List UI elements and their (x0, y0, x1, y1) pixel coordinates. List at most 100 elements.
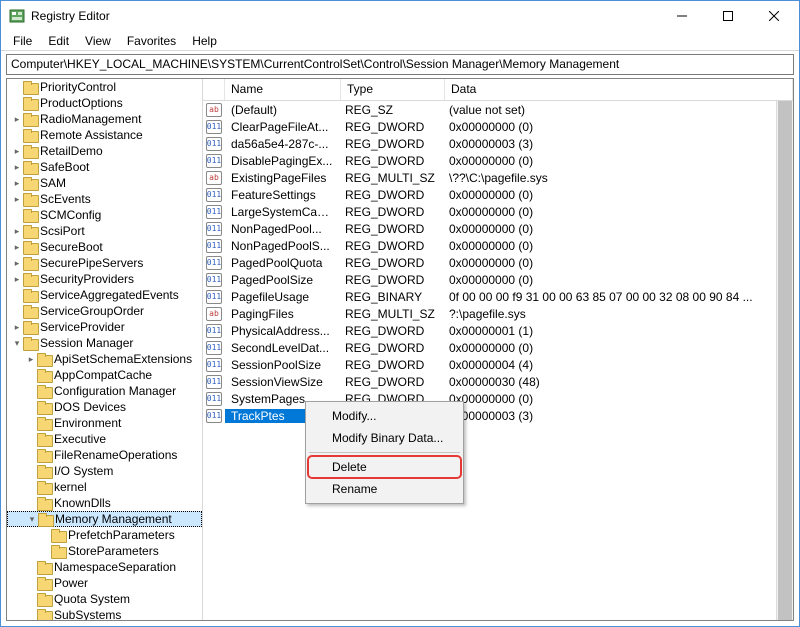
list-row[interactable]: 011PagefileUsageREG_BINARY0f 00 00 00 f9… (203, 288, 793, 305)
value-data: 0x00000003 (3) (443, 409, 793, 423)
list-row[interactable]: ab(Default)REG_SZ(value not set) (203, 101, 793, 118)
col-data[interactable]: Data (445, 79, 793, 100)
tree-item[interactable]: Quota System (7, 591, 202, 607)
list-row[interactable]: 011FeatureSettingsREG_DWORD0x00000000 (0… (203, 186, 793, 203)
expander-icon[interactable]: ▸ (11, 162, 23, 173)
tree-item-label: ServiceAggregatedEvents (40, 288, 179, 302)
menu-help[interactable]: Help (184, 32, 225, 50)
tree-item[interactable]: ServiceGroupOrder (7, 303, 202, 319)
tree-item-label: KnownDlls (54, 496, 111, 510)
tree-item[interactable]: ▾Session Manager (7, 335, 202, 351)
folder-icon (37, 609, 51, 620)
tree-item-label: SecurityProviders (40, 272, 134, 286)
value-name: PagedPoolSize (225, 273, 339, 287)
close-button[interactable] (751, 1, 797, 31)
tree-item[interactable]: AppCompatCache (7, 367, 202, 383)
context-delete[interactable]: Delete (308, 456, 461, 478)
expander-icon[interactable]: ▸ (11, 322, 23, 333)
expander-icon[interactable]: ▸ (11, 178, 23, 189)
tree-item[interactable]: FileRenameOperations (7, 447, 202, 463)
expander-icon[interactable]: ▾ (26, 514, 38, 525)
tree-item[interactable]: SCMConfig (7, 207, 202, 223)
address-bar[interactable]: Computer\HKEY_LOCAL_MACHINE\SYSTEM\Curre… (6, 54, 794, 75)
list-row[interactable]: 011SessionPoolSizeREG_DWORD0x00000004 (4… (203, 356, 793, 373)
list-row[interactable]: 011PagedPoolSizeREG_DWORD0x00000000 (0) (203, 271, 793, 288)
menu-file[interactable]: File (5, 32, 40, 50)
tree-item[interactable]: ▸RetailDemo (7, 143, 202, 159)
tree-item[interactable]: DOS Devices (7, 399, 202, 415)
folder-icon (23, 161, 37, 173)
tree-item[interactable]: ▾Memory Management (7, 511, 202, 527)
tree-item[interactable]: Executive (7, 431, 202, 447)
tree-item[interactable]: ▸ServiceProvider (7, 319, 202, 335)
list-row[interactable]: 011PhysicalAddress...REG_DWORD0x00000001… (203, 322, 793, 339)
minimize-button[interactable] (659, 1, 705, 31)
list-row[interactable]: 011DisablePagingEx...REG_DWORD0x00000000… (203, 152, 793, 169)
tree-item[interactable]: KnownDlls (7, 495, 202, 511)
tree-item[interactable]: PrefetchParameters (7, 527, 202, 543)
tree-item[interactable]: Power (7, 575, 202, 591)
list-row[interactable]: 011SystemPagesREG_DWORD0x00000000 (0) (203, 390, 793, 407)
tree-item[interactable]: ▸ScsiPort (7, 223, 202, 239)
expander-icon[interactable]: ▸ (11, 146, 23, 157)
expander-icon[interactable]: ▸ (11, 114, 23, 125)
list-row[interactable]: 011ClearPageFileAt...REG_DWORD0x00000000… (203, 118, 793, 135)
tree-item[interactable]: PriorityControl (7, 79, 202, 95)
folder-icon (23, 177, 37, 189)
maximize-button[interactable] (705, 1, 751, 31)
tree-item[interactable]: kernel (7, 479, 202, 495)
tree-item[interactable]: ▸RadioManagement (7, 111, 202, 127)
menu-view[interactable]: View (77, 32, 119, 50)
tree-item[interactable]: StoreParameters (7, 543, 202, 559)
tree-item[interactable]: Configuration Manager (7, 383, 202, 399)
list-row[interactable]: 011da56a5e4-287c-...REG_DWORD0x00000003 … (203, 135, 793, 152)
expander-icon[interactable]: ▸ (11, 194, 23, 205)
list-row[interactable]: 011LargeSystemCac...REG_DWORD0x00000000 … (203, 203, 793, 220)
expander-icon[interactable]: ▸ (11, 242, 23, 253)
menu-edit[interactable]: Edit (40, 32, 77, 50)
menu-favorites[interactable]: Favorites (119, 32, 184, 50)
tree-view[interactable]: PriorityControlProductOptions▸RadioManag… (7, 79, 203, 620)
value-data: 0f 00 00 00 f9 31 00 00 63 85 07 00 00 3… (443, 290, 793, 304)
list-row[interactable]: 011SecondLevelDat...REG_DWORD0x00000000 … (203, 339, 793, 356)
tree-item[interactable]: ▸ SecurityProviders (7, 271, 202, 287)
tree-item[interactable]: ServiceAggregatedEvents (7, 287, 202, 303)
expander-icon[interactable]: ▸ (25, 354, 37, 365)
tree-item[interactable]: ▸ ScEvents (7, 191, 202, 207)
folder-icon (23, 321, 37, 333)
expander-icon[interactable]: ▸ (11, 226, 23, 237)
list-header[interactable]: Name Type Data (203, 79, 793, 101)
tree-item-label: ScEvents (40, 192, 91, 206)
tree-item[interactable]: ▸ApiSetSchemaExtensions (7, 351, 202, 367)
tree-item[interactable]: ▸SecureBoot (7, 239, 202, 255)
folder-icon (23, 113, 37, 125)
list-row[interactable]: 011SessionViewSizeREG_DWORD0x00000030 (4… (203, 373, 793, 390)
tree-item[interactable]: ▸SafeBoot (7, 159, 202, 175)
context-modify[interactable]: Modify... (308, 405, 461, 427)
tree-item[interactable]: SubSystems (7, 607, 202, 620)
tree-item[interactable]: Remote Assistance (7, 127, 202, 143)
tree-item[interactable]: Environment (7, 415, 202, 431)
list-view[interactable]: Name Type Data ab(Default)REG_SZ(value n… (203, 79, 793, 620)
expander-icon[interactable]: ▸ (11, 274, 23, 285)
list-row[interactable]: 011NonPagedPool...REG_DWORD0x00000000 (0… (203, 220, 793, 237)
list-scrollbar[interactable] (776, 101, 793, 620)
tree-item[interactable]: I/O System (7, 463, 202, 479)
expander-icon[interactable]: ▾ (11, 338, 23, 349)
context-rename[interactable]: Rename (308, 478, 461, 500)
tree-item[interactable]: ▸SecurePipeServers (7, 255, 202, 271)
expander-icon[interactable]: ▸ (11, 258, 23, 269)
tree-item[interactable]: NamespaceSeparation (7, 559, 202, 575)
list-row[interactable]: 011NonPagedPoolS...REG_DWORD0x00000000 (… (203, 237, 793, 254)
col-name[interactable]: Name (225, 79, 341, 100)
list-row[interactable]: abPagingFilesREG_MULTI_SZ?:\pagefile.sys (203, 305, 793, 322)
col-type[interactable]: Type (341, 79, 445, 100)
list-row[interactable]: abExistingPageFilesREG_MULTI_SZ\??\C:\pa… (203, 169, 793, 186)
list-row[interactable]: 011TrackPtesREG_DWORD0x00000003 (3) (203, 407, 793, 424)
value-data: 0x00000000 (0) (443, 120, 793, 134)
list-row[interactable]: 011PagedPoolQuotaREG_DWORD0x00000000 (0) (203, 254, 793, 271)
tree-item[interactable]: ProductOptions (7, 95, 202, 111)
tree-item[interactable]: ▸SAM (7, 175, 202, 191)
titlebar[interactable]: Registry Editor (1, 1, 799, 31)
context-modify-binary-data[interactable]: Modify Binary Data... (308, 427, 461, 449)
